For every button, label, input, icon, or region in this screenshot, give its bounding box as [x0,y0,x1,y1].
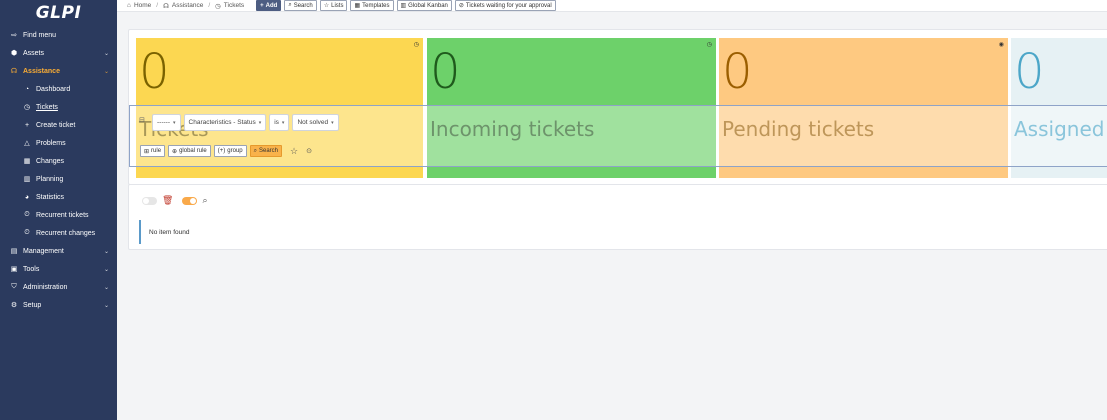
sidebar-item-tools[interactable]: ▣ Tools ⌄ [0,260,117,278]
plus-icon: + [260,2,264,9]
star-icon[interactable]: ☆ [290,146,298,157]
sidebar-item-create-ticket[interactable]: + Create ticket [0,116,117,134]
sidebar-item-statistics[interactable]: ◕ Statistics [0,188,117,206]
sidebar-item-problems[interactable]: △ Problems [0,134,117,152]
chevron-down-icon: ▾ [258,119,262,126]
results-card: 🗑 ⌕ No item found [128,184,1107,250]
alarm-icon: ⏲ [24,211,30,218]
search-criteria-panel: ⊟ ------ ▾ Characteristics - Status ▾ is… [129,105,1107,167]
search-icon[interactable]: ⌕ [202,195,207,206]
value-select[interactable]: Not solved ▾ [292,114,339,131]
ticket-icon: ◷ [215,2,221,10]
dashboard-icon: ◔ [24,85,30,93]
chart-pie-icon: ◕ [24,193,30,201]
check-circle-icon: ⊘ [458,3,464,9]
chevron-down-icon: ▾ [281,119,285,126]
add-group-button[interactable]: (+) group [213,145,247,157]
tile-count: 0 [139,44,170,100]
search-button[interactable]: ⌕ Search [284,0,317,11]
clipboard-icon: ▦ [23,158,31,165]
sidebar-nav: ⇨ Find menu ⬢ Assets ⌄ ☊ Assistance ⌄ ◔ … [0,26,117,314]
gear-icon: ⚙ [10,302,18,309]
plus-square-icon: ⊞ [144,148,150,155]
sidebar-item-dashboard[interactable]: ◔ Dashboard [0,80,117,98]
add-global-rule-button[interactable]: ⊕ global rule [168,145,211,157]
results-toolbar: 🗑 ⌕ [142,195,207,206]
massive-actions-toggle[interactable] [142,196,157,205]
tile-count: 0 [1014,44,1045,100]
sidebar-item-management[interactable]: ▤ Management ⌄ [0,242,117,260]
shield-icon: ⛉ [11,283,17,290]
add-rule-button[interactable]: ⊞ rule [140,145,166,157]
chevron-down-icon: ⌄ [103,266,109,273]
trash-icon[interactable]: 🗑 [162,195,173,206]
tile-count: 0 [430,44,461,100]
breadcrumb-assistance[interactable]: Assistance [172,2,203,9]
pause-icon: ◉ [998,42,1004,48]
sidebar-item-administration[interactable]: ⛉ Administration ⌄ [0,278,117,296]
chevron-down-icon: ⌄ [103,50,109,57]
clock-icon: ◷ [706,42,712,48]
tickets-approval-button[interactable]: ⊘ Tickets waiting for your approval [454,0,556,11]
templates-button[interactable]: ▦ Templates [350,0,394,11]
filter-search-icon: ⌕ [253,147,257,154]
lists-button[interactable]: ☆ Lists [319,0,348,11]
sidebar-item-assistance[interactable]: ☊ Assistance ⌄ [0,62,117,80]
box-icon: ⬢ [10,50,18,57]
plus-icon: + [24,121,30,129]
glpi-logo[interactable]: GLPI [0,0,117,26]
calendar-icon: ▥ [23,176,31,183]
chevron-down-icon: ▾ [173,119,176,126]
chevron-down-icon: ⌄ [103,68,109,75]
breadcrumb-separator: / [208,2,211,9]
brackets-icon: (+) [217,148,226,154]
chevron-down-icon: ⌄ [103,284,109,291]
search-arrow-icon: ⇨ [11,32,17,39]
sidebar-item-changes[interactable]: ▦ Changes [0,152,117,170]
sidebar-item-assets[interactable]: ⬢ Assets ⌄ [0,44,117,62]
sidebar: GLPI ⇨ Find menu ⬢ Assets ⌄ ☊ Assistance… [0,0,117,420]
operator-select[interactable]: is ▾ [269,114,290,131]
star-icon: ☆ [323,3,330,9]
headset-icon: ☊ [163,2,169,10]
no-item-message: No item found [139,220,189,244]
topbar: ⌂ Home / ☊ Assistance / ◷ Tickets + Add … [117,0,1107,12]
chevron-down-icon: ▾ [331,119,334,126]
headset-icon: ☊ [10,68,18,75]
field-select[interactable]: Characteristics - Status ▾ [183,114,267,131]
add-button[interactable]: + Add [256,0,282,11]
alarm-icon: ⏲ [24,229,30,236]
breadcrumb-home[interactable]: Home [134,2,151,9]
sidebar-item-recurrent-changes[interactable]: ⏲ Recurrent changes [0,224,117,242]
ticket-icon: ◷ [23,104,31,111]
breadcrumb-tickets[interactable]: Tickets [224,2,244,9]
search-actions-row: ⊞ rule ⊕ global rule (+) group ⌕ Search … [140,145,312,157]
plus-circle-icon: ⊕ [172,148,178,155]
sidebar-item-tickets[interactable]: ◷ Tickets [0,98,117,116]
clock-icon: ◷ [413,42,419,48]
chevron-down-icon: ⌄ [103,302,109,309]
wallet-icon: ▤ [10,248,18,255]
sidebar-item-recurrent-tickets[interactable]: ⏲ Recurrent tickets [0,206,117,224]
breadcrumb: ⌂ Home / ☊ Assistance / ◷ Tickets [127,2,244,10]
main-content: 0 Tickets ◷ 0 Incoming tickets ◷ 0 Pendi… [117,20,1107,420]
link-select[interactable]: ------ ▾ [152,114,181,131]
chevron-down-icon: ⌄ [103,248,109,255]
home-icon: ⌂ [127,2,131,9]
global-kanban-button[interactable]: ▥ Global Kanban [396,0,452,11]
template-icon: ▦ [354,3,361,9]
kanban-icon: ▥ [400,3,407,9]
criteria-row: ------ ▾ Characteristics - Status ▾ is ▾… [138,114,339,131]
reset-circle-icon[interactable]: ⊙ [306,147,312,155]
briefcase-icon: ▣ [10,266,18,273]
search-icon: ⌕ [288,2,292,8]
search-submit-button[interactable]: ⌕ Search [249,145,283,157]
find-menu-button[interactable]: ⇨ Find menu [0,26,117,44]
show-filters-toggle[interactable] [182,196,198,205]
sidebar-item-setup[interactable]: ⚙ Setup ⌄ [0,296,117,314]
tile-count: 0 [722,44,753,100]
warning-icon: △ [24,140,30,147]
breadcrumb-separator: / [156,2,159,9]
sidebar-item-planning[interactable]: ▥ Planning [0,170,117,188]
